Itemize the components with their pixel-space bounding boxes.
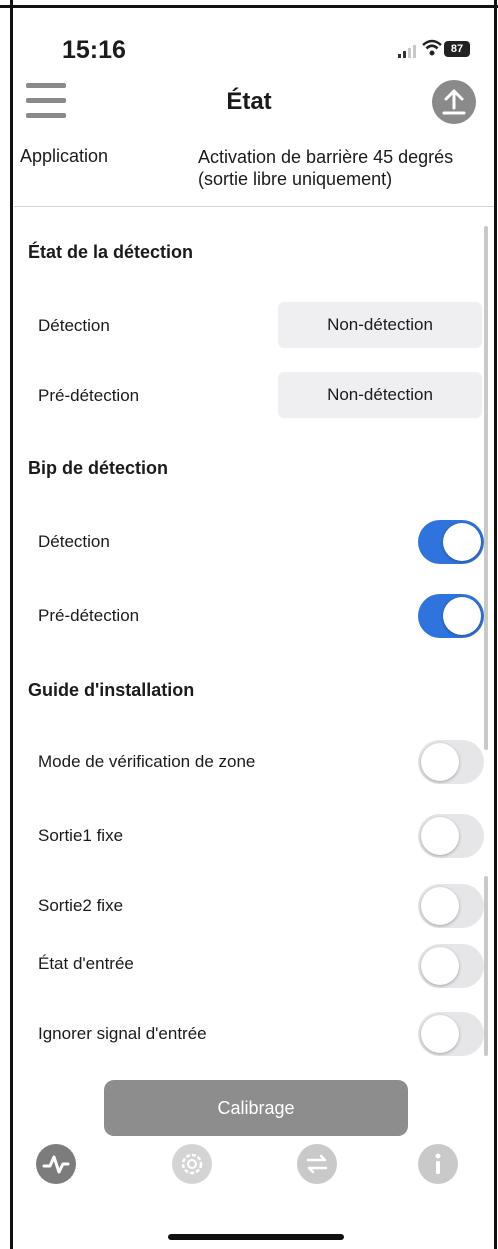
calibrate-button[interactable]: Calibrage: [104, 1080, 408, 1136]
output2-fixed-toggle[interactable]: [418, 884, 484, 928]
signal-icon: [398, 44, 418, 58]
transfer-icon: [306, 1154, 328, 1174]
frame-right-edge: [494, 0, 497, 1249]
ignore-input-signal-toggle[interactable]: [418, 1012, 484, 1056]
section-title-install-guide: Guide d'installation: [28, 680, 195, 700]
application-label: Application: [20, 146, 109, 166]
status-time: 15:16: [62, 36, 126, 64]
zone-check-mode-toggle[interactable]: [418, 740, 484, 784]
output1-fixed-toggle[interactable]: [418, 814, 484, 858]
pulse-icon: [42, 1155, 70, 1174]
toggle-knob: [443, 597, 481, 635]
info-icon: [435, 1153, 441, 1174]
battery-indicator: 87: [444, 41, 470, 57]
gear-icon: [181, 1153, 203, 1175]
output1-fixed-label: Sortie1 fixe: [38, 826, 124, 845]
tab-transfer[interactable]: [297, 1144, 337, 1184]
output2-fixed-label: Sortie2 fixe: [38, 896, 124, 915]
toggle-knob: [421, 1015, 459, 1053]
beep-detection-label: Détection: [38, 532, 110, 551]
zone-check-mode-label: Mode de vérification de zone: [38, 752, 256, 771]
wifi-icon: [422, 39, 442, 62]
pre-detection-status-value: Non-détection: [278, 372, 482, 418]
beep-detection-toggle[interactable]: [418, 520, 484, 564]
header-divider: [14, 206, 494, 207]
scroll-indicator-lower: [484, 876, 488, 1056]
upload-button[interactable]: [432, 80, 476, 124]
detection-status-value: Non-détection: [278, 302, 482, 348]
scroll-indicator: [484, 226, 488, 750]
tab-settings[interactable]: [172, 1144, 212, 1184]
section-title-detection-beep: Bip de détection: [28, 458, 169, 478]
input-state-label: État d'entrée: [38, 954, 134, 973]
beep-pre-detection-toggle[interactable]: [418, 594, 484, 638]
phone-screen: 15:16 87 État Application Activation de …: [0, 0, 498, 1249]
application-value: Activation de barrière 45 degrés (sortie…: [198, 147, 454, 189]
page-title: État: [226, 88, 272, 115]
toggle-knob: [421, 947, 459, 985]
input-state-toggle[interactable]: [418, 944, 484, 988]
toggle-knob: [421, 817, 459, 855]
frame-top-edge: [0, 0, 498, 8]
detection-label: Détection: [38, 316, 110, 335]
beep-pre-detection-label: Pré-détection: [38, 606, 140, 625]
pre-detection-label: Pré-détection: [38, 386, 140, 405]
status-icons: 87: [398, 38, 470, 62]
toggle-knob: [421, 887, 459, 925]
toggle-knob: [443, 523, 481, 561]
upload-arrow-icon: [442, 89, 466, 115]
tab-info[interactable]: [418, 1144, 458, 1184]
section-title-detection-state: État de la détection: [28, 242, 194, 262]
frame-left-edge: [10, 0, 13, 1249]
tab-status[interactable]: [36, 1144, 76, 1184]
ignore-input-signal-label: Ignorer signal d'entrée: [38, 1024, 207, 1043]
toggle-knob: [421, 743, 459, 781]
home-indicator: [168, 1234, 344, 1240]
